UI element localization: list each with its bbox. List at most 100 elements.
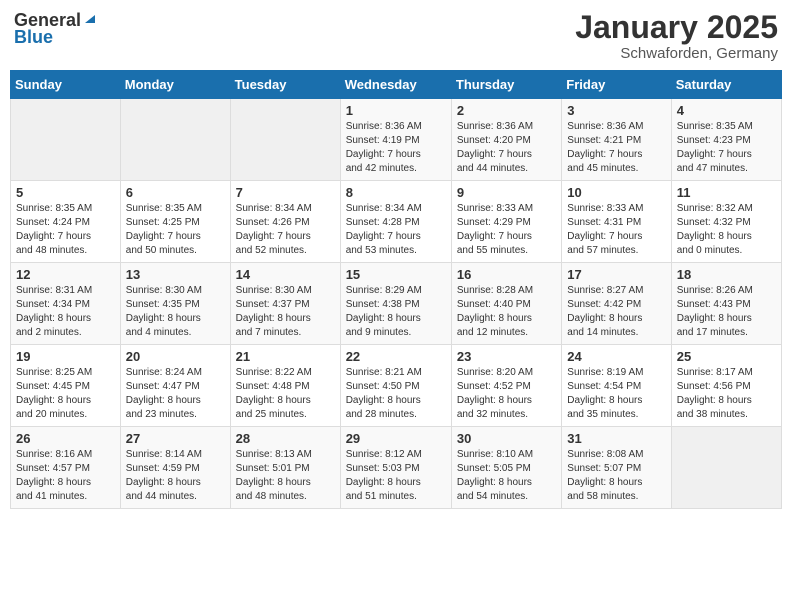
calendar-cell: 5Sunrise: 8:35 AM Sunset: 4:24 PM Daylig… [11,181,121,263]
day-info: Sunrise: 8:36 AM Sunset: 4:19 PM Dayligh… [346,120,446,176]
day-info: Sunrise: 8:30 AM Sunset: 4:37 PM Dayligh… [236,284,335,340]
day-number: 4 [677,103,776,118]
day-info: Sunrise: 8:34 AM Sunset: 4:26 PM Dayligh… [236,202,335,258]
day-info: Sunrise: 8:31 AM Sunset: 4:34 PM Dayligh… [16,284,115,340]
day-number: 1 [346,103,446,118]
day-info: Sunrise: 8:35 AM Sunset: 4:25 PM Dayligh… [126,202,225,258]
day-number: 5 [16,185,115,200]
calendar-week-row: 19 Sunrise: 8:25 AM Sunset: 4:45 PM Dayli… [11,345,782,427]
day-info: Sunrise: 8:34 AM Sunset: 4:28 PM Dayligh… [346,202,446,258]
day-number: 27 [126,431,225,446]
page-header: General Blue January 2025 Schwaforden, G… [10,10,782,62]
weekday-header: Thursday [451,71,561,99]
day-info: Sunrise: 8:25 AM Sunset: 4:45 PM Dayligh… [16,366,115,422]
calendar-cell: 30Sunrise: 8:10 AM Sunset: 5:05 PM Dayli… [451,427,561,509]
weekday-header: Wednesday [340,71,451,99]
calendar-header-row: SundayMondayTuesdayWednesdayThursdayFrid… [11,71,782,99]
day-number: 3 [567,103,665,118]
weekday-header: Saturday [671,71,781,99]
day-info: Sunrise: 8:29 AM Sunset: 4:38 PM Dayligh… [346,284,446,340]
month-title: January 2025 [575,10,778,45]
day-info: Sunrise: 8:17 AM Sunset: 4:56 PM Dayligh… [677,366,776,422]
calendar-week-row: 12Sunrise: 8:31 AM Sunset: 4:34 PM Dayli… [11,263,782,345]
day-number: 24 [567,349,665,364]
calendar-cell [671,427,781,509]
day-number: 14 [236,267,335,282]
calendar-cell: 22 Sunrise: 8:21 AM Sunset: 4:50 PM Dayli… [340,345,451,427]
calendar-cell: 24 Sunrise: 8:19 AM Sunset: 4:54 PM Dayli… [562,345,671,427]
day-info: Sunrise: 8:08 AM Sunset: 5:07 PM Dayligh… [567,448,665,504]
calendar-cell: 11Sunrise: 8:32 AM Sunset: 4:32 PM Dayli… [671,181,781,263]
day-info: Sunrise: 8:12 AM Sunset: 5:03 PM Dayligh… [346,448,446,504]
day-info: Sunrise: 8:28 AM Sunset: 4:40 PM Dayligh… [457,284,556,340]
day-number: 30 [457,431,556,446]
day-info: Sunrise: 8:14 AM Sunset: 4:59 PM Dayligh… [126,448,225,504]
calendar-cell: 26 Sunrise: 8:16 AM Sunset: 4:57 PM Dayli… [11,427,121,509]
day-number: 29 [346,431,446,446]
day-number: 9 [457,185,556,200]
calendar-cell [11,99,121,181]
day-number: 16 [457,267,556,282]
logo-icon [83,11,97,25]
calendar-cell: 18Sunrise: 8:26 AM Sunset: 4:43 PM Dayli… [671,263,781,345]
day-number: 26 [16,431,115,446]
calendar-cell: 17Sunrise: 8:27 AM Sunset: 4:42 PM Dayli… [562,263,671,345]
day-info: Sunrise: 8:21 AM Sunset: 4:50 PM Dayligh… [346,366,446,422]
day-info: Sunrise: 8:19 AM Sunset: 4:54 PM Dayligh… [567,366,665,422]
day-info: Sunrise: 8:13 AM Sunset: 5:01 PM Dayligh… [236,448,335,504]
calendar-cell: 2Sunrise: 8:36 AM Sunset: 4:20 PM Daylig… [451,99,561,181]
weekday-header: Monday [120,71,230,99]
calendar-cell: 14 Sunrise: 8:30 AM Sunset: 4:37 PM Dayli… [230,263,340,345]
calendar-cell: 29 Sunrise: 8:12 AM Sunset: 5:03 PM Dayli… [340,427,451,509]
calendar-week-row: 26 Sunrise: 8:16 AM Sunset: 4:57 PM Dayli… [11,427,782,509]
day-number: 22 [346,349,446,364]
calendar-cell [120,99,230,181]
weekday-header: Tuesday [230,71,340,99]
calendar-table: SundayMondayTuesdayWednesdayThursdayFrid… [10,70,782,509]
calendar-cell: 4Sunrise: 8:35 AM Sunset: 4:23 PM Daylig… [671,99,781,181]
day-number: 13 [126,267,225,282]
day-number: 17 [567,267,665,282]
day-number: 19 [16,349,115,364]
day-info: Sunrise: 8:36 AM Sunset: 4:21 PM Dayligh… [567,120,665,176]
weekday-header: Sunday [11,71,121,99]
day-number: 28 [236,431,335,446]
day-number: 25 [677,349,776,364]
day-info: Sunrise: 8:22 AM Sunset: 4:48 PM Dayligh… [236,366,335,422]
weekday-header: Friday [562,71,671,99]
calendar-cell: 21Sunrise: 8:22 AM Sunset: 4:48 PM Dayli… [230,345,340,427]
day-number: 10 [567,185,665,200]
calendar-week-row: 1 Sunrise: 8:36 AM Sunset: 4:19 PM Daylig… [11,99,782,181]
calendar-cell: 1 Sunrise: 8:36 AM Sunset: 4:19 PM Daylig… [340,99,451,181]
day-number: 15 [346,267,446,282]
calendar-cell: 10 Sunrise: 8:33 AM Sunset: 4:31 PM Dayli… [562,181,671,263]
day-number: 20 [126,349,225,364]
calendar-cell: 15 Sunrise: 8:29 AM Sunset: 4:38 PM Dayli… [340,263,451,345]
day-number: 18 [677,267,776,282]
day-info: Sunrise: 8:24 AM Sunset: 4:47 PM Dayligh… [126,366,225,422]
day-number: 8 [346,185,446,200]
calendar-cell: 27 Sunrise: 8:14 AM Sunset: 4:59 PM Dayli… [120,427,230,509]
day-number: 11 [677,185,776,200]
day-number: 31 [567,431,665,446]
calendar-cell: 6 Sunrise: 8:35 AM Sunset: 4:25 PM Daylig… [120,181,230,263]
day-info: Sunrise: 8:33 AM Sunset: 4:29 PM Dayligh… [457,202,556,258]
day-info: Sunrise: 8:36 AM Sunset: 4:20 PM Dayligh… [457,120,556,176]
calendar-cell: 23 Sunrise: 8:20 AM Sunset: 4:52 PM Dayli… [451,345,561,427]
calendar-cell: 25 Sunrise: 8:17 AM Sunset: 4:56 PM Dayli… [671,345,781,427]
day-number: 23 [457,349,556,364]
day-info: Sunrise: 8:33 AM Sunset: 4:31 PM Dayligh… [567,202,665,258]
day-number: 7 [236,185,335,200]
calendar-cell: 9 Sunrise: 8:33 AM Sunset: 4:29 PM Daylig… [451,181,561,263]
logo-blue-text: Blue [14,27,53,48]
day-info: Sunrise: 8:30 AM Sunset: 4:35 PM Dayligh… [126,284,225,340]
calendar-cell: 13 Sunrise: 8:30 AM Sunset: 4:35 PM Dayli… [120,263,230,345]
location-title: Schwaforden, Germany [575,45,778,62]
day-info: Sunrise: 8:16 AM Sunset: 4:57 PM Dayligh… [16,448,115,504]
day-info: Sunrise: 8:20 AM Sunset: 4:52 PM Dayligh… [457,366,556,422]
day-number: 6 [126,185,225,200]
title-block: January 2025 Schwaforden, Germany [575,10,778,62]
calendar-week-row: 5Sunrise: 8:35 AM Sunset: 4:24 PM Daylig… [11,181,782,263]
calendar-cell: 28 Sunrise: 8:13 AM Sunset: 5:01 PM Dayli… [230,427,340,509]
calendar-cell: 31 Sunrise: 8:08 AM Sunset: 5:07 PM Dayli… [562,427,671,509]
